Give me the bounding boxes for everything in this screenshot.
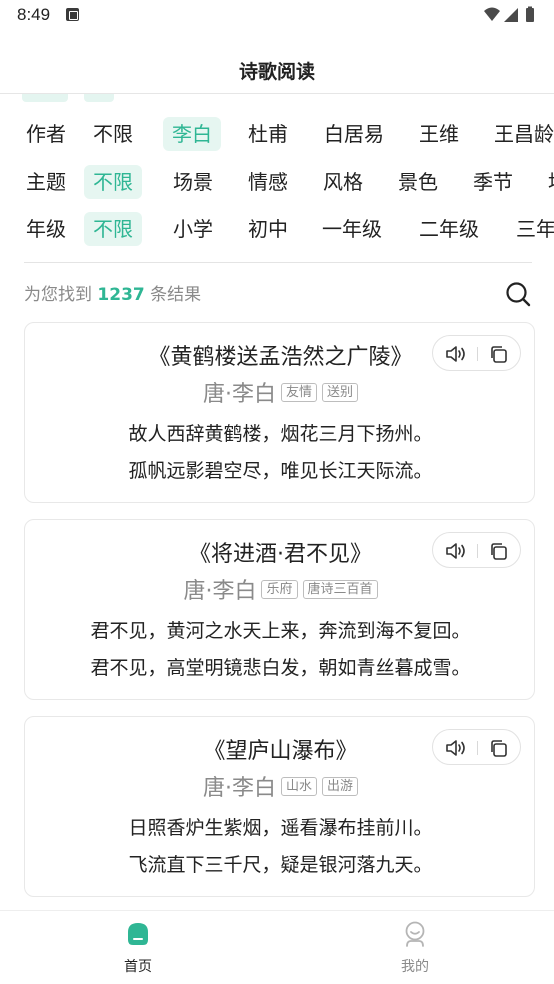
action-separator (477, 741, 478, 755)
profile-icon (405, 921, 425, 947)
nav-profile[interactable]: 我的 (355, 911, 475, 984)
home-icon (128, 923, 148, 945)
poem-card[interactable]: 《望庐山瀑布》 唐·李白 山水 出游 日照香炉生紫烟，遥看瀑布挂前川。 飞流直下三千… (24, 716, 535, 897)
speaker-icon[interactable] (445, 541, 467, 561)
poem-author: 唐·李白 (202, 776, 276, 801)
author-filter-row: 作者 不限 李白 杜甫 白居易 王维 王昌龄 (0, 117, 554, 151)
theme-filter-row: 主题 不限 场景 情感 风格 景色 季节 地 (0, 165, 554, 199)
theme-option-place[interactable]: 地 (548, 165, 554, 199)
result-summary: 为您找到 1237 条结果 (24, 280, 201, 305)
scrolled-chip (84, 94, 114, 102)
poem-meta: 唐·李白 山水 出游 (25, 770, 536, 802)
author-option-wang-wei[interactable]: 王维 (419, 117, 459, 151)
scrolled-chip (22, 94, 68, 102)
copy-icon[interactable] (489, 345, 508, 364)
status-time: 8:49 (17, 5, 51, 24)
poem-card[interactable]: 《将进酒·君不见》 唐·李白 乐府 唐诗三百首 君不见，黄河之水天上来，奔流到海不复… (24, 519, 535, 700)
speaker-icon[interactable] (445, 738, 467, 758)
poem-actions (432, 532, 521, 568)
wifi-icon (484, 7, 500, 21)
poem-meta: 唐·李白 友情 送别 (25, 376, 536, 408)
poem-author: 唐·李白 (183, 579, 257, 604)
app-header: 诗歌阅读 (0, 44, 554, 94)
grade-option-junior-high[interactable]: 初中 (248, 212, 288, 246)
nav-home-label: 首页 (124, 959, 152, 975)
grade-option-primary[interactable]: 小学 (173, 212, 213, 246)
author-option-bai-juyi[interactable]: 白居易 (324, 117, 384, 151)
grade-option-unlimited[interactable]: 不限 (84, 212, 142, 246)
action-separator (477, 347, 478, 361)
poem-author: 唐·李白 (202, 382, 276, 407)
grade-option-grade-3[interactable]: 三年级 (516, 212, 554, 246)
theme-option-scenery[interactable]: 景色 (398, 165, 438, 199)
grade-option-grade-2[interactable]: 二年级 (419, 212, 479, 246)
status-bar: 8:49 (0, 0, 554, 32)
battery-icon (526, 8, 534, 22)
poem-line: 日照香炉生紫烟，遥看瀑布挂前川。 (128, 817, 433, 839)
nav-profile-label: 我的 (401, 959, 429, 975)
theme-option-scene[interactable]: 场景 (173, 165, 213, 199)
poem-tag: 送别 (322, 382, 359, 402)
poem-tags: 友情 送别 (276, 382, 359, 402)
result-suffix: 条结果 (150, 285, 202, 305)
page-title: 诗歌阅读 (238, 61, 315, 83)
theme-option-style[interactable]: 风格 (323, 165, 363, 199)
theme-option-emotion[interactable]: 情感 (248, 165, 288, 199)
theme-option-unlimited[interactable]: 不限 (84, 165, 142, 199)
bottom-nav: 首页 我的 (0, 910, 554, 984)
author-option-li-bai[interactable]: 李白 (163, 117, 221, 151)
poem-line: 故人西辞黄鹤楼，烟花三月下扬州。 (128, 423, 433, 445)
notification-app-icon (66, 8, 79, 21)
poem-tag: 乐府 (261, 579, 298, 599)
result-prefix: 为您找到 (24, 285, 92, 305)
poem-line: 君不见，高堂明镜悲白发，朝如青丝暮成雪。 (90, 657, 471, 679)
poem-tags: 乐府 唐诗三百首 (256, 579, 378, 599)
filter-divider (24, 262, 532, 263)
poem-actions (432, 729, 521, 765)
filter-category-grade: 年级 (22, 212, 70, 246)
poem-card[interactable]: 《黄鹤楼送孟浩然之广陵》 唐·李白 友情 送别 故人西辞黄鹤楼，烟花三月下扬州。 孤… (24, 322, 535, 503)
poem-tags: 山水 出游 (276, 776, 359, 796)
poem-actions (432, 335, 521, 371)
author-option-du-fu[interactable]: 杜甫 (248, 117, 288, 151)
poem-tag: 友情 (280, 382, 317, 402)
author-option-wang-changling[interactable]: 王昌龄 (494, 117, 554, 151)
filter-category-theme: 主题 (22, 165, 70, 199)
poem-line: 君不见，黄河之水天上来，奔流到海不复回。 (90, 620, 471, 642)
theme-option-season[interactable]: 季节 (473, 165, 513, 199)
poem-tag: 唐诗三百首 (302, 579, 378, 599)
author-option-unlimited[interactable]: 不限 (93, 117, 133, 151)
poem-line: 飞流直下三千尺，疑是银河落九天。 (128, 854, 433, 876)
copy-icon[interactable] (489, 739, 508, 758)
result-count: 1237 (97, 285, 145, 305)
status-indicators (484, 6, 534, 22)
action-separator (477, 544, 478, 558)
grade-option-grade-1[interactable]: 一年级 (322, 212, 382, 246)
speaker-icon[interactable] (445, 344, 467, 364)
poem-meta: 唐·李白 乐府 唐诗三百首 (25, 573, 536, 605)
nav-home[interactable]: 首页 (78, 911, 198, 984)
poem-tag: 山水 (280, 776, 317, 796)
poem-tag: 出游 (322, 776, 359, 796)
signal-icon (504, 8, 518, 22)
poem-line: 孤帆远影碧空尽，唯见长江天际流。 (128, 460, 433, 482)
search-icon[interactable] (505, 281, 531, 307)
grade-filter-row: 年级 不限 小学 初中 一年级 二年级 三年级 (0, 212, 554, 246)
filter-category-author: 作者 (22, 117, 70, 151)
copy-icon[interactable] (489, 542, 508, 561)
